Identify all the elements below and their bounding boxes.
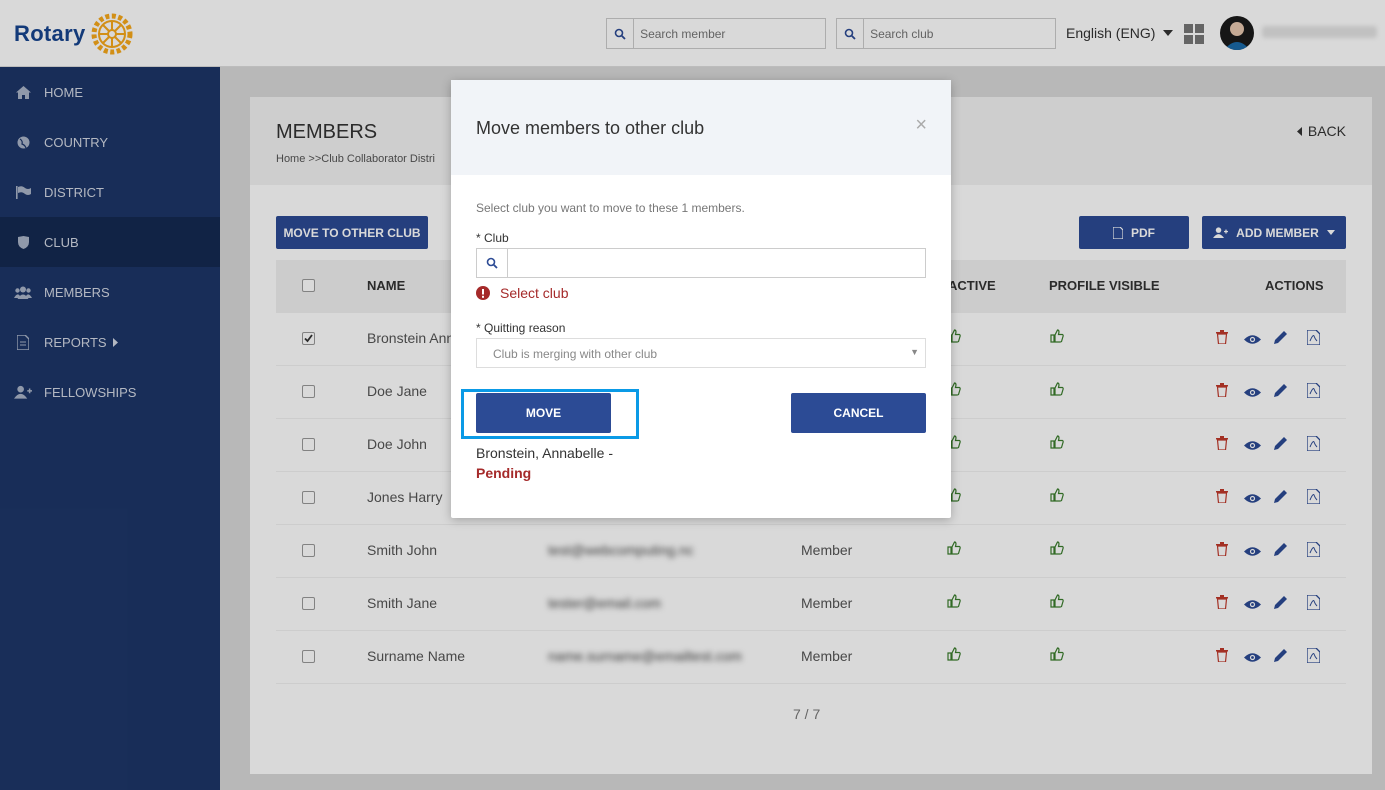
move-button[interactable]: MOVE — [476, 393, 611, 433]
club-search-input[interactable] — [508, 249, 925, 277]
club-error-message: Select club — [476, 285, 568, 301]
modal-title: Move members to other club — [476, 118, 705, 138]
quitting-reason-label: * Quitting reason — [476, 321, 566, 335]
modal-header: Move members to other club × — [451, 80, 951, 175]
modal-intro-text: Select club you want to move to these 1 … — [476, 201, 745, 215]
selected-member-status: Pending — [476, 465, 532, 481]
close-icon[interactable]: × — [915, 114, 927, 137]
exclamation-circle-icon — [476, 286, 490, 300]
club-select-box — [476, 248, 926, 278]
club-field-label: * Club — [476, 231, 509, 245]
quitting-reason-value: Club is merging with other club — [493, 347, 658, 361]
selected-member-name: Bronstein, Annabelle - — [476, 445, 613, 461]
move-members-modal: Move members to other club × Select club… — [451, 80, 951, 518]
quitting-reason-select[interactable]: Club is merging with other club ▼ — [476, 338, 926, 368]
error-text: Select club — [500, 285, 569, 301]
chevron-down-icon: ▼ — [910, 347, 919, 357]
cancel-button[interactable]: CANCEL — [791, 393, 926, 433]
search-icon[interactable] — [477, 249, 508, 277]
